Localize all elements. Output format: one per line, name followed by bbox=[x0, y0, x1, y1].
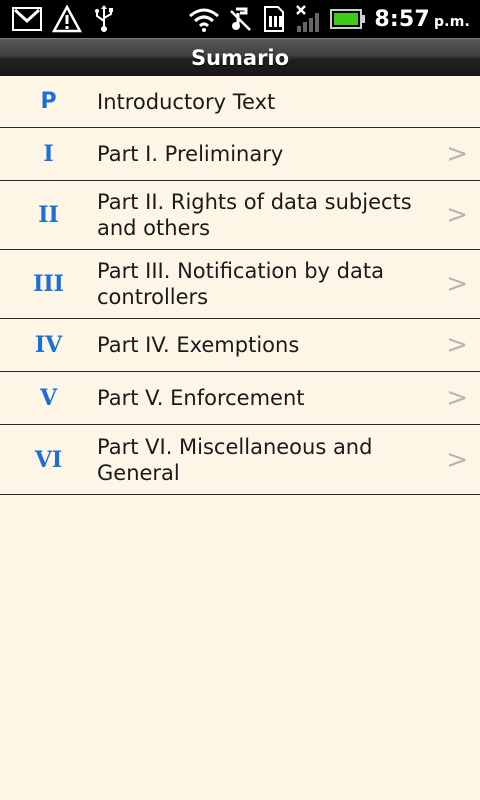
page-title: Sumario bbox=[190, 45, 290, 70]
list-item-label: Part IV. Exemptions bbox=[97, 333, 300, 357]
clock: 8:57 p.m. bbox=[374, 7, 470, 32]
list-item[interactable]: II Part II. Rights of data subjects and … bbox=[0, 181, 480, 250]
list-item[interactable]: P Introductory Text bbox=[0, 76, 480, 128]
list-item-label: Part VI. Miscellaneous and General bbox=[97, 434, 373, 485]
list-item-label: Part II. Rights of data subjects and oth… bbox=[97, 190, 412, 240]
chevron-right-icon: > bbox=[446, 383, 468, 413]
list-item[interactable]: VI Part VI. Miscellaneous and General > bbox=[0, 425, 480, 495]
list-item-label: Part V. Enforcement bbox=[97, 386, 305, 410]
clock-time: 8:57 bbox=[374, 6, 430, 32]
sim-icon bbox=[262, 5, 286, 33]
chevron-right-icon: > bbox=[446, 139, 468, 169]
status-bar: 8:57 p.m. bbox=[0, 0, 480, 38]
list-item-code: IV bbox=[34, 332, 63, 358]
no-signal-icon bbox=[294, 4, 322, 34]
list-item-code: V bbox=[39, 385, 58, 411]
silent-icon bbox=[228, 5, 254, 33]
list-item-code: P bbox=[40, 89, 57, 114]
system-icons: 8:57 p.m. bbox=[188, 4, 480, 34]
list-item[interactable]: IV Part IV. Exemptions > bbox=[0, 319, 480, 372]
chevron-right-icon: > bbox=[446, 444, 468, 475]
clock-suffix: p.m. bbox=[433, 13, 470, 30]
sumario-list: P Introductory Text I Part I. Preliminar… bbox=[0, 76, 480, 495]
usb-icon bbox=[92, 5, 116, 33]
chevron-right-icon: > bbox=[446, 330, 468, 360]
chevron-right-icon: > bbox=[446, 269, 468, 299]
list-item[interactable]: V Part V. Enforcement > bbox=[0, 372, 480, 425]
wifi-icon bbox=[188, 6, 220, 32]
list-item[interactable]: III Part III. Notification by data contr… bbox=[0, 250, 480, 319]
list-item-code: II bbox=[38, 202, 59, 228]
list-item-label: Introductory Text bbox=[97, 89, 276, 114]
list-item-code: VI bbox=[34, 446, 63, 473]
list-item-code: I bbox=[43, 141, 54, 167]
list-item-code: III bbox=[33, 271, 64, 297]
list-item[interactable]: I Part I. Preliminary > bbox=[0, 128, 480, 181]
chevron-right-icon: > bbox=[446, 200, 468, 230]
notification-icons bbox=[0, 5, 116, 33]
title-bar: Sumario bbox=[0, 38, 480, 76]
warning-icon bbox=[52, 5, 82, 33]
list-item-label: Part III. Notification by data controlle… bbox=[97, 259, 384, 309]
battery-icon bbox=[330, 8, 366, 30]
list-item-label: Part I. Preliminary bbox=[97, 142, 284, 166]
gmail-icon bbox=[12, 6, 42, 32]
